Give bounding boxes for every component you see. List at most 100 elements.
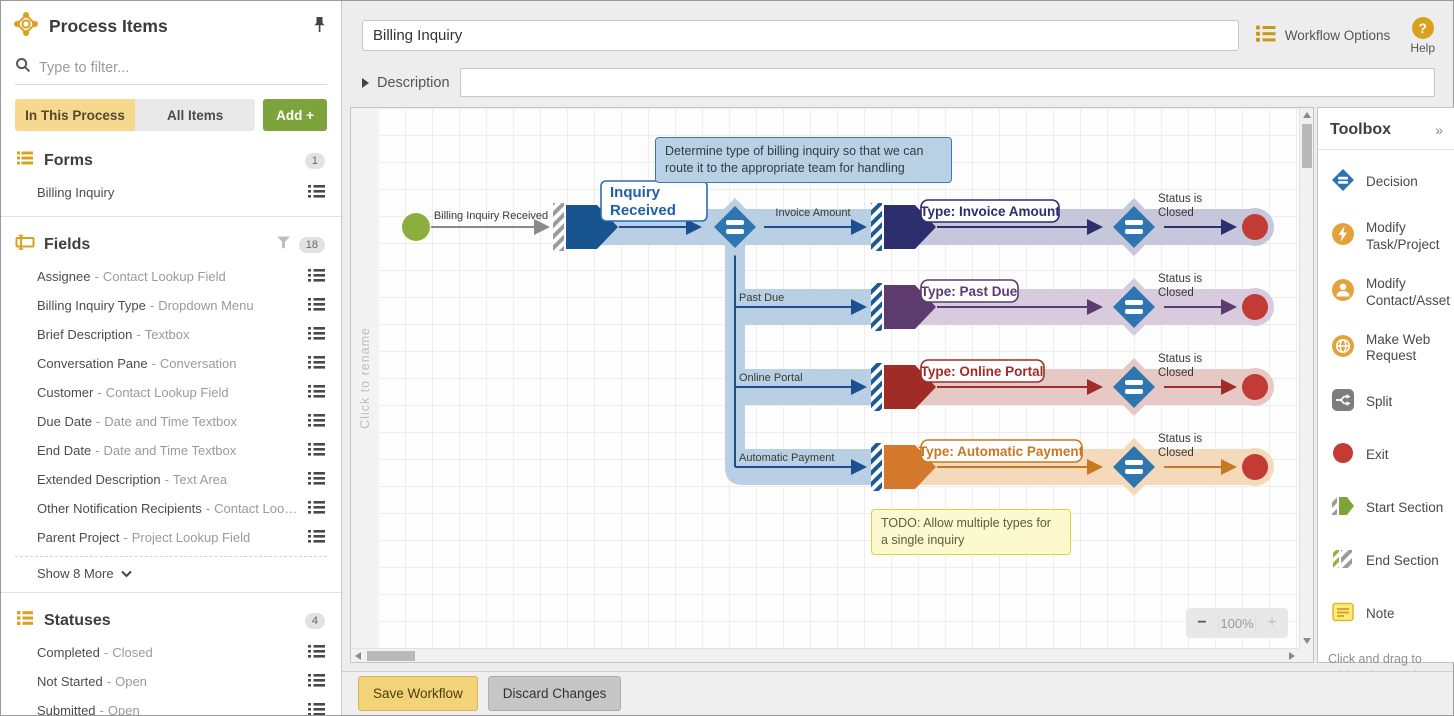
item-menu-icon[interactable] — [302, 500, 325, 518]
svg-text:Received: Received — [610, 202, 676, 219]
pin-icon[interactable] — [312, 16, 327, 38]
toolbox-items: Decision Modify Task/Project Modify Cont… — [1318, 150, 1454, 641]
field-name: Conversation Pane — [37, 356, 148, 371]
svg-text:Status is: Status is — [1158, 433, 1202, 445]
exit-nodes[interactable] — [1242, 214, 1268, 480]
svg-text:Type: Past Due: Type: Past Due — [921, 284, 1018, 299]
chevron-down-icon — [120, 566, 132, 581]
discard-changes-button[interactable]: Discard Changes — [487, 676, 622, 711]
toolbox-item-modify-contact[interactable]: Modify Contact/Asset — [1318, 265, 1454, 321]
sidebar-title: Process Items — [49, 16, 168, 36]
item-menu-icon[interactable] — [302, 355, 325, 373]
form-row[interactable]: Billing Inquiry — [1, 178, 341, 207]
decision-section-band — [573, 209, 871, 485]
scroll-down-icon[interactable] — [1303, 638, 1311, 644]
separator: - — [164, 472, 169, 487]
toolbox-label: Start Section — [1366, 500, 1444, 516]
item-menu-icon[interactable] — [302, 529, 325, 547]
note-todo[interactable]: TODO: Allow multiple types for a single … — [871, 509, 1071, 555]
field-row[interactable]: Other Notification Recipients - Contact Lo… — [1, 494, 341, 523]
show-more-fields[interactable]: Show 8 More — [1, 557, 341, 583]
item-menu-icon[interactable] — [302, 413, 325, 431]
toolbox-item-split[interactable]: Split — [1318, 376, 1454, 429]
lightning-icon — [1330, 221, 1356, 252]
statuses-icon — [15, 608, 35, 633]
tab-all-items[interactable]: All Items — [135, 99, 256, 131]
item-menu-icon[interactable] — [302, 326, 325, 344]
field-row[interactable]: End Date - Date and Time Textbox — [1, 436, 341, 465]
field-row[interactable]: Customer - Contact Lookup Field — [1, 378, 341, 407]
tab-in-this-process[interactable]: In This Process — [15, 99, 136, 131]
branch-label-1: Invoice Amount — [775, 207, 850, 219]
sidebar-header: Process Items — [1, 1, 341, 48]
item-menu-icon[interactable] — [302, 442, 325, 460]
item-menu-icon[interactable] — [302, 297, 325, 315]
description-input[interactable] — [459, 68, 1435, 97]
toolbox-item-modify-task[interactable]: Modify Task/Project — [1318, 209, 1454, 265]
field-type: Text Area — [172, 472, 228, 487]
filter-funnel-icon[interactable] — [276, 236, 291, 254]
scroll-left-icon[interactable] — [355, 652, 361, 660]
field-row[interactable]: Conversation Pane - Conversation — [1, 349, 341, 378]
status-name: Not Started — [37, 674, 103, 689]
statuses-title: Statuses — [44, 611, 111, 629]
section-label-invoice-amount: Type: Invoice Amount — [920, 199, 1060, 223]
start-node[interactable] — [402, 213, 430, 241]
section-label-inquiry-received: Inquiry Received — [600, 180, 708, 222]
horizontal-scroll-thumb[interactable] — [367, 651, 415, 661]
item-menu-icon[interactable] — [302, 471, 325, 489]
field-row[interactable]: Parent Project - Project Lookup Field — [1, 523, 341, 552]
status-type: Open — [115, 674, 147, 689]
toolbox-panel: Toolbox » Decision Modify Task/Project M… — [1317, 107, 1454, 700]
description-toggle[interactable]: Description — [362, 75, 450, 91]
connector-labels[interactable]: Billing Inquiry Received Invoice Amount … — [434, 207, 851, 464]
end-section-icon — [1330, 546, 1356, 577]
status-row[interactable]: Not Started - Open — [1, 667, 341, 696]
workflow-name-input[interactable] — [362, 19, 1239, 51]
toolbox-item-start-section[interactable]: Start Section — [1318, 482, 1454, 535]
canvas-viewport[interactable]: Click to rename Billing Inquiry Received… — [351, 108, 1299, 648]
connectors — [431, 219, 1237, 475]
status-row[interactable]: Completed - Closed — [1, 638, 341, 667]
collapse-toolbox-icon[interactable]: » — [1435, 122, 1443, 138]
field-name: Parent Project — [37, 530, 120, 545]
toolbox-item-exit[interactable]: Exit — [1318, 429, 1454, 482]
zoom-in-button[interactable]: + — [1255, 614, 1288, 632]
field-row[interactable]: Extended Description - Text Area — [1, 465, 341, 494]
filter-input[interactable] — [39, 59, 327, 76]
toolbox-item-end-section[interactable]: End Section — [1318, 535, 1454, 588]
toolbox-item-decision[interactable]: Decision — [1318, 156, 1454, 209]
svg-text:Status is: Status is — [1158, 353, 1202, 365]
item-menu-icon[interactable] — [302, 268, 325, 286]
toolbox-item-web-request[interactable]: Make Web Request — [1318, 321, 1454, 377]
field-row[interactable]: Billing Inquiry Type - Dropdown Menu — [1, 291, 341, 320]
horizontal-scrollbar[interactable] — [351, 648, 1299, 662]
item-menu-icon[interactable] — [302, 184, 325, 202]
vertical-scrollbar[interactable] — [1299, 108, 1313, 648]
field-row[interactable]: Brief Description - Textbox — [1, 320, 341, 349]
add-item-button[interactable]: Add + — [263, 99, 327, 131]
svg-text:Status is: Status is — [1158, 273, 1202, 285]
save-workflow-button[interactable]: Save Workflow — [358, 676, 478, 711]
item-menu-icon[interactable] — [302, 384, 325, 402]
status-row[interactable]: Submitted - Open — [1, 696, 341, 715]
help-button[interactable]: ? Help — [1410, 17, 1435, 55]
scroll-up-icon[interactable] — [1303, 112, 1311, 118]
item-menu-icon[interactable] — [302, 702, 325, 715]
scroll-right-icon[interactable] — [1289, 652, 1295, 660]
workflow-options-button[interactable]: Workflow Options — [1255, 23, 1390, 47]
field-row[interactable]: Assignee - Contact Lookup Field — [1, 262, 341, 291]
field-row[interactable]: Due Date - Date and Time Textbox — [1, 407, 341, 436]
svg-text:Closed: Closed — [1158, 207, 1194, 219]
item-menu-icon[interactable] — [302, 644, 325, 662]
section-end-markers[interactable] — [553, 203, 882, 491]
statuses-count-badge: 4 — [304, 612, 325, 629]
item-menu-icon[interactable] — [302, 673, 325, 691]
vertical-scroll-thumb[interactable] — [1302, 124, 1312, 168]
toolbox-item-note[interactable]: Note — [1318, 588, 1454, 641]
note-determine-type[interactable]: Determine type of billing inquiry so tha… — [655, 137, 952, 183]
decision-icon — [1330, 167, 1356, 198]
decision-node-row1 — [1105, 198, 1163, 256]
status-type: Closed — [112, 645, 153, 660]
zoom-out-button[interactable]: − — [1186, 614, 1219, 632]
